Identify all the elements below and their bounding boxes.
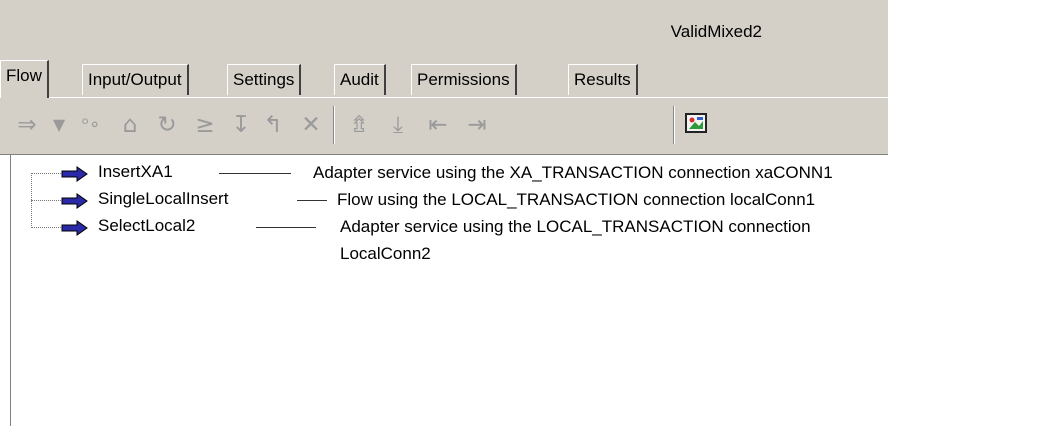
step-comment: Adapter service using the XA_TRANSACTION… <box>313 163 833 182</box>
repeat-icon[interactable]: ↻ <box>154 109 180 141</box>
tab-input-output[interactable]: Input/Output <box>82 64 189 95</box>
image-icon[interactable] <box>685 113 707 133</box>
step-connector <box>297 200 327 201</box>
toolbar-separator <box>333 106 335 144</box>
step-comment: Flow using the LOCAL_TRANSACTION connect… <box>337 190 816 209</box>
invoke-arrow-icon <box>61 166 89 182</box>
tab-audit[interactable]: Audit <box>334 64 386 95</box>
branch-icon[interactable]: ᵒ∘ <box>78 109 104 141</box>
toolbar: ⇒ ▼ ᵒ∘ ⌂ ↻ ≥ ↧ ↰ ✕ ⇯ ⤓ ⇤ ⇥ <box>0 98 888 155</box>
exit-icon[interactable]: ↧ <box>228 109 254 141</box>
dropdown-icon[interactable]: ▼ <box>46 109 72 141</box>
sequence-icon[interactable]: ≥ <box>192 109 218 141</box>
tab-flow[interactable]: Flow <box>0 60 49 98</box>
step-connector <box>219 173 291 174</box>
window-title: ValidMixed2 <box>670 22 762 41</box>
flow-tree: InsertXA1 Adapter service using the XA_T… <box>0 155 888 426</box>
move-down-icon[interactable]: ⤓ <box>385 109 411 141</box>
step-insertxa1[interactable]: InsertXA1 <box>98 162 173 182</box>
tree-connector <box>31 173 61 174</box>
return-icon[interactable]: ↰ <box>260 109 286 141</box>
flow-editor-window: ValidMixed2 Flow Input/Output Settings A… <box>0 0 888 426</box>
tab-results[interactable]: Results <box>568 64 638 95</box>
indent-left-icon[interactable]: ⇤ <box>425 109 451 141</box>
invoke-arrow-icon <box>61 220 89 236</box>
tab-strip: Flow Input/Output Settings Audit Permiss… <box>0 57 888 98</box>
toolbar-separator <box>673 106 675 144</box>
step-singlelocalinsert[interactable]: SingleLocalInsert <box>98 189 228 209</box>
tree-connector <box>31 200 61 201</box>
indent-right-icon[interactable]: ⇥ <box>464 109 490 141</box>
move-up-icon[interactable]: ⇯ <box>346 109 372 141</box>
step-selectlocal2[interactable]: SelectLocal2 <box>98 216 195 236</box>
invoke-arrow-icon <box>61 193 89 209</box>
tab-settings[interactable]: Settings <box>227 64 302 95</box>
tab-permissions[interactable]: Permissions <box>411 64 517 95</box>
delete-icon[interactable]: ✕ <box>298 109 324 141</box>
title-bar: ValidMixed2 <box>0 0 888 57</box>
step-connector <box>256 227 316 228</box>
tree-connector <box>31 227 61 228</box>
arrow-right-icon[interactable]: ⇒ <box>14 109 40 141</box>
step-comment: Adapter service using the LOCAL_TRANSACT… <box>340 217 811 263</box>
loop-icon[interactable]: ⌂ <box>117 109 143 141</box>
